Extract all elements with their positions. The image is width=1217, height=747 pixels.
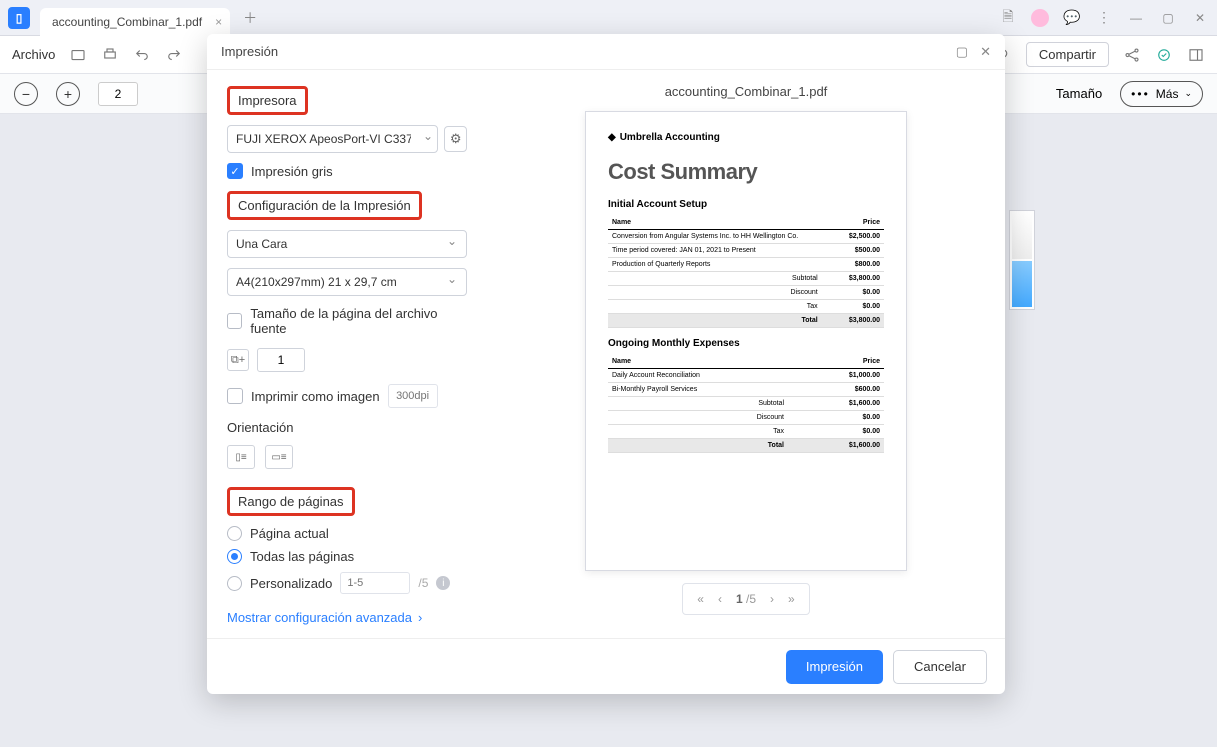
share-button[interactable]: Compartir: [1026, 42, 1109, 67]
print-config-section-label: Configuración de la Impresión: [227, 191, 422, 220]
preview-brand: ◆ Umbrella Accounting: [608, 132, 884, 143]
grayscale-label: Impresión gris: [251, 164, 333, 179]
print-as-image-label: Imprimir como imagen: [251, 389, 380, 404]
page-preview: ◆ Umbrella Accounting Cost Summary Initi…: [585, 111, 907, 571]
pager-next-button[interactable]: ›: [770, 592, 774, 606]
orientation-portrait-button[interactable]: ▯≡: [227, 445, 255, 469]
more-icon[interactable]: ⋮: [1095, 9, 1113, 27]
printer-section-label: Impresora: [227, 86, 308, 115]
thumbnail[interactable]: [1012, 261, 1032, 307]
more-button[interactable]: •••Más⌄: [1120, 81, 1203, 107]
print-dialog: Impresión ▢ ✕ Impresora FUJI XEROX Apeos…: [207, 34, 1005, 694]
preview-h1: Cost Summary: [608, 159, 884, 185]
source-page-size-label: Tamaño de la página del archivo fuente: [250, 306, 467, 336]
copies-icon: ⧉+: [227, 349, 249, 371]
document-tab[interactable]: accounting_Combinar_1.pdf ×: [40, 8, 230, 36]
cancel-button[interactable]: Cancelar: [893, 650, 987, 684]
close-tab-icon[interactable]: ×: [215, 15, 222, 29]
print-button[interactable]: Impresión: [786, 650, 883, 684]
current-page-radio[interactable]: [227, 526, 242, 541]
open-icon[interactable]: [69, 46, 87, 64]
redo-icon[interactable]: [165, 46, 183, 64]
custom-range-input[interactable]: [340, 572, 410, 594]
print-icon[interactable]: [101, 46, 119, 64]
titlebar: ▯ accounting_Combinar_1.pdf × ＋ 🗎 💬 ⋮ — …: [0, 0, 1217, 36]
dialog-close-icon[interactable]: ✕: [980, 44, 991, 60]
custom-range-radio[interactable]: [227, 576, 242, 591]
add-tab-button[interactable]: ＋: [240, 8, 260, 28]
duplex-select[interactable]: Una Cara: [227, 230, 467, 258]
menu-archivo[interactable]: Archivo: [12, 47, 55, 62]
current-page-label: Página actual: [250, 526, 329, 541]
grayscale-checkbox[interactable]: ✓: [227, 163, 243, 179]
pager-prev-button[interactable]: ‹: [718, 592, 722, 606]
pager-last-button[interactable]: »: [788, 592, 795, 606]
cloud-icon[interactable]: [1155, 46, 1173, 64]
dpi-input[interactable]: [388, 384, 438, 408]
source-page-size-checkbox[interactable]: [227, 313, 242, 329]
dialog-header: Impresión ▢ ✕: [207, 34, 1005, 70]
undo-icon[interactable]: [133, 46, 151, 64]
maximize-button[interactable]: ▢: [1159, 9, 1177, 27]
print-options-panel: Impresora FUJI XEROX ApeosPort-VI C3370 …: [207, 70, 487, 638]
app-logo: ▯: [8, 7, 30, 29]
dialog-title: Impresión: [221, 44, 278, 59]
info-icon[interactable]: i: [436, 576, 450, 590]
close-window-button[interactable]: ✕: [1191, 9, 1209, 27]
page-number-input[interactable]: [98, 82, 138, 106]
orientation-landscape-button[interactable]: ▭≡: [265, 445, 293, 469]
pager-first-button[interactable]: «: [697, 592, 704, 606]
preview-sec2-title: Ongoing Monthly Expenses: [608, 338, 884, 349]
size-label[interactable]: Tamaño: [1056, 86, 1102, 101]
paper-size-select[interactable]: A4(210x297mm) 21 x 29,7 cm: [227, 268, 467, 296]
preview-sec1-title: Initial Account Setup: [608, 199, 884, 210]
copies-input[interactable]: [257, 348, 305, 372]
chat-icon[interactable]: 💬: [1063, 9, 1081, 27]
preview-table-1: NamePriceConversion from Angular Systems…: [608, 216, 884, 328]
printer-settings-button[interactable]: ⚙: [444, 126, 467, 152]
advanced-settings-link[interactable]: Mostrar configuración avanzada›: [227, 610, 467, 625]
preview-filename: accounting_Combinar_1.pdf: [665, 84, 828, 99]
dialog-footer: Impresión Cancelar: [207, 638, 1005, 694]
preview-pager: « ‹ 1 /5 › »: [682, 583, 809, 615]
tab-title: accounting_Combinar_1.pdf: [52, 15, 202, 29]
all-pages-label: Todas las páginas: [250, 549, 354, 564]
thumbnail[interactable]: [1012, 213, 1032, 259]
panel-icon[interactable]: [1187, 46, 1205, 64]
share-net-icon[interactable]: [1123, 46, 1141, 64]
custom-range-label: Personalizado: [250, 576, 332, 591]
all-pages-radio[interactable]: [227, 549, 242, 564]
dialog-maximize-icon[interactable]: ▢: [956, 44, 968, 60]
zoom-out-button[interactable]: −: [14, 82, 38, 106]
printer-select[interactable]: FUJI XEROX ApeosPort-VI C3370: [227, 125, 438, 153]
notify-icon[interactable]: 🗎: [999, 9, 1017, 27]
pager-current: 1 /5: [736, 592, 756, 606]
zoom-in-button[interactable]: +: [56, 82, 80, 106]
preview-table-2: NamePriceDaily Account Reconciliation$1,…: [608, 355, 884, 453]
avatar-icon[interactable]: [1031, 9, 1049, 27]
print-preview-panel: accounting_Combinar_1.pdf ◆ Umbrella Acc…: [487, 70, 1005, 638]
minimize-button[interactable]: —: [1127, 9, 1145, 27]
print-as-image-checkbox[interactable]: [227, 388, 243, 404]
page-range-section-label: Rango de páginas: [227, 487, 355, 516]
thumbnail-strip[interactable]: [1009, 210, 1035, 310]
orientation-label: Orientación: [227, 420, 467, 435]
total-pages-suffix: /5: [418, 576, 428, 590]
